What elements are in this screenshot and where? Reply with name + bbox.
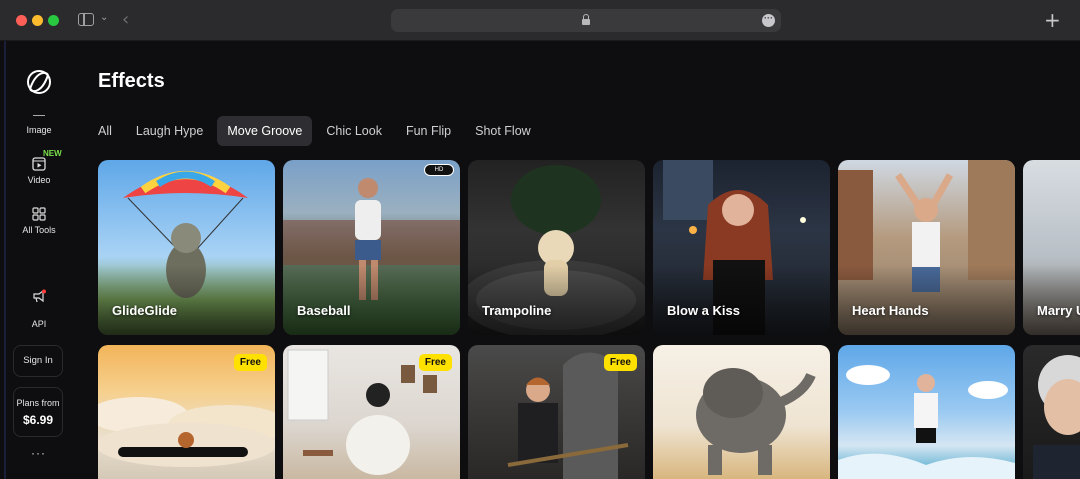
- old-man-portrait-image: [1033, 355, 1080, 479]
- sidebar-item-label: API: [31, 319, 47, 329]
- zoom-window-button[interactable]: [48, 15, 59, 26]
- tab-fun-flip[interactable]: Fun Flip: [396, 116, 461, 146]
- address-bar[interactable]: ···: [391, 9, 781, 32]
- effect-card[interactable]: [838, 345, 1015, 479]
- effect-card-title: Trampoline: [482, 303, 552, 318]
- effect-card[interactable]: Blow a Kiss: [653, 160, 830, 335]
- effect-card[interactable]: HD Baseball: [283, 160, 460, 335]
- megaphone-icon: [33, 289, 46, 303]
- dancing-elephant-image: [696, 368, 816, 475]
- sidebar-item-api[interactable]: API: [8, 289, 70, 329]
- app-sidebar: Image NEW Video All Tools API Sign In Pl…: [0, 41, 76, 479]
- effect-category-tabs: All Laugh Hype Move Groove Chic Look Fun…: [98, 116, 545, 146]
- chevron-down-icon[interactable]: ⌄: [100, 12, 108, 23]
- free-badge: Free: [418, 354, 452, 371]
- sidebar-item-all-tools[interactable]: All Tools: [8, 207, 70, 235]
- tab-all[interactable]: All: [88, 116, 122, 146]
- effect-card-title: Baseball: [297, 303, 351, 318]
- effect-card[interactable]: GlideGlide: [98, 160, 275, 335]
- minimize-window-button[interactable]: [32, 15, 43, 26]
- close-window-button[interactable]: [16, 15, 27, 26]
- browser-toolbar: ⌄ ‹ ··· +: [0, 0, 1080, 41]
- sidebar-toggle-icon[interactable]: [78, 13, 94, 26]
- sign-in-button[interactable]: Sign In: [13, 345, 63, 377]
- back-arrow-icon[interactable]: ‹: [122, 9, 129, 30]
- effect-card[interactable]: Free: [98, 345, 275, 479]
- free-badge: Free: [233, 354, 267, 371]
- sidebar-item-label: Video: [27, 175, 51, 185]
- effect-card[interactable]: Trampoline: [468, 160, 645, 335]
- video-icon: [32, 157, 46, 171]
- surfing-man-image: [838, 365, 1015, 479]
- ellipsis-circle-icon[interactable]: ···: [762, 14, 775, 27]
- sidebar-item-label: All Tools: [22, 225, 56, 235]
- effect-card[interactable]: [1023, 345, 1080, 479]
- effect-card[interactable]: Heart Hands: [838, 160, 1015, 335]
- lock-icon: [582, 14, 590, 25]
- app-logo-icon[interactable]: [24, 67, 54, 97]
- plans-label: Plans from: [16, 398, 60, 408]
- new-tab-button[interactable]: +: [1044, 8, 1061, 32]
- effect-card[interactable]: Free: [283, 345, 460, 479]
- tab-move-groove[interactable]: Move Groove: [217, 116, 313, 146]
- page-title: Effects: [98, 70, 165, 92]
- effect-card[interactable]: Free: [468, 345, 645, 479]
- effect-card-title: Heart Hands: [852, 303, 929, 318]
- effect-card-title: Marry U: [1037, 303, 1080, 318]
- plans-price: $6.99: [22, 413, 54, 427]
- sidebar-item-label: Image: [26, 125, 52, 135]
- effect-card[interactable]: Marry U: [1023, 160, 1080, 335]
- sidebar-item-image[interactable]: Image: [8, 115, 70, 135]
- sidebar-item-video[interactable]: Video: [8, 157, 70, 185]
- tab-laugh-hype[interactable]: Laugh Hype: [126, 116, 213, 146]
- free-badge: Free: [603, 354, 637, 371]
- effect-card-title: GlideGlide: [112, 303, 178, 318]
- plans-button[interactable]: Plans from $6.99: [13, 387, 63, 437]
- tab-chic-look[interactable]: Chic Look: [316, 116, 392, 146]
- effect-card[interactable]: [653, 345, 830, 479]
- image-icon: [33, 115, 45, 121]
- grid-icon: [32, 207, 46, 221]
- more-menu-icon[interactable]: ···: [31, 446, 46, 460]
- tab-shot-flow[interactable]: Shot Flow: [465, 116, 541, 146]
- effect-card-title: Blow a Kiss: [667, 303, 740, 318]
